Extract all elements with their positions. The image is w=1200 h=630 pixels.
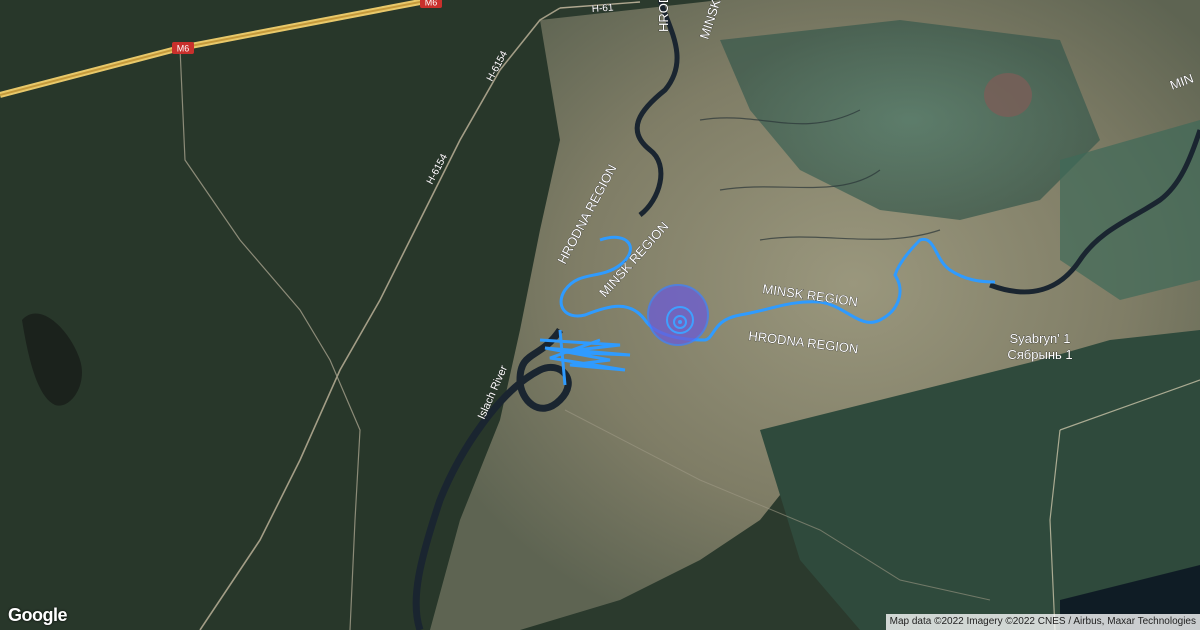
- map-attribution[interactable]: Map data ©2022 Imagery ©2022 CNES / Airb…: [885, 614, 1200, 630]
- google-logo[interactable]: Google: [8, 605, 68, 626]
- label-hrodna-top: HRODNA: [656, 0, 671, 32]
- marker-outer-ring: [647, 284, 709, 346]
- bog-patch: [984, 73, 1032, 117]
- road-label-h61: H-61: [591, 2, 614, 15]
- place-label-latin: Syabryn' 1: [1009, 331, 1070, 346]
- m6-shield-top: M6: [420, 0, 442, 8]
- location-marker[interactable]: [647, 284, 709, 346]
- satellite-map[interactable]: M6 M6 H-6154 H-6154 H-61 HRODNA REGION M…: [0, 0, 1200, 630]
- m6-shield-top-label: M6: [425, 0, 438, 8]
- place-label-cyrillic: Сябрынь 1: [1007, 347, 1072, 362]
- m6-shield-label: M6: [177, 44, 190, 54]
- m6-shield: M6: [172, 42, 194, 54]
- marker-dot: [678, 320, 682, 324]
- map-imagery[interactable]: M6 M6 H-6154 H-6154 H-61 HRODNA REGION M…: [0, 0, 1200, 630]
